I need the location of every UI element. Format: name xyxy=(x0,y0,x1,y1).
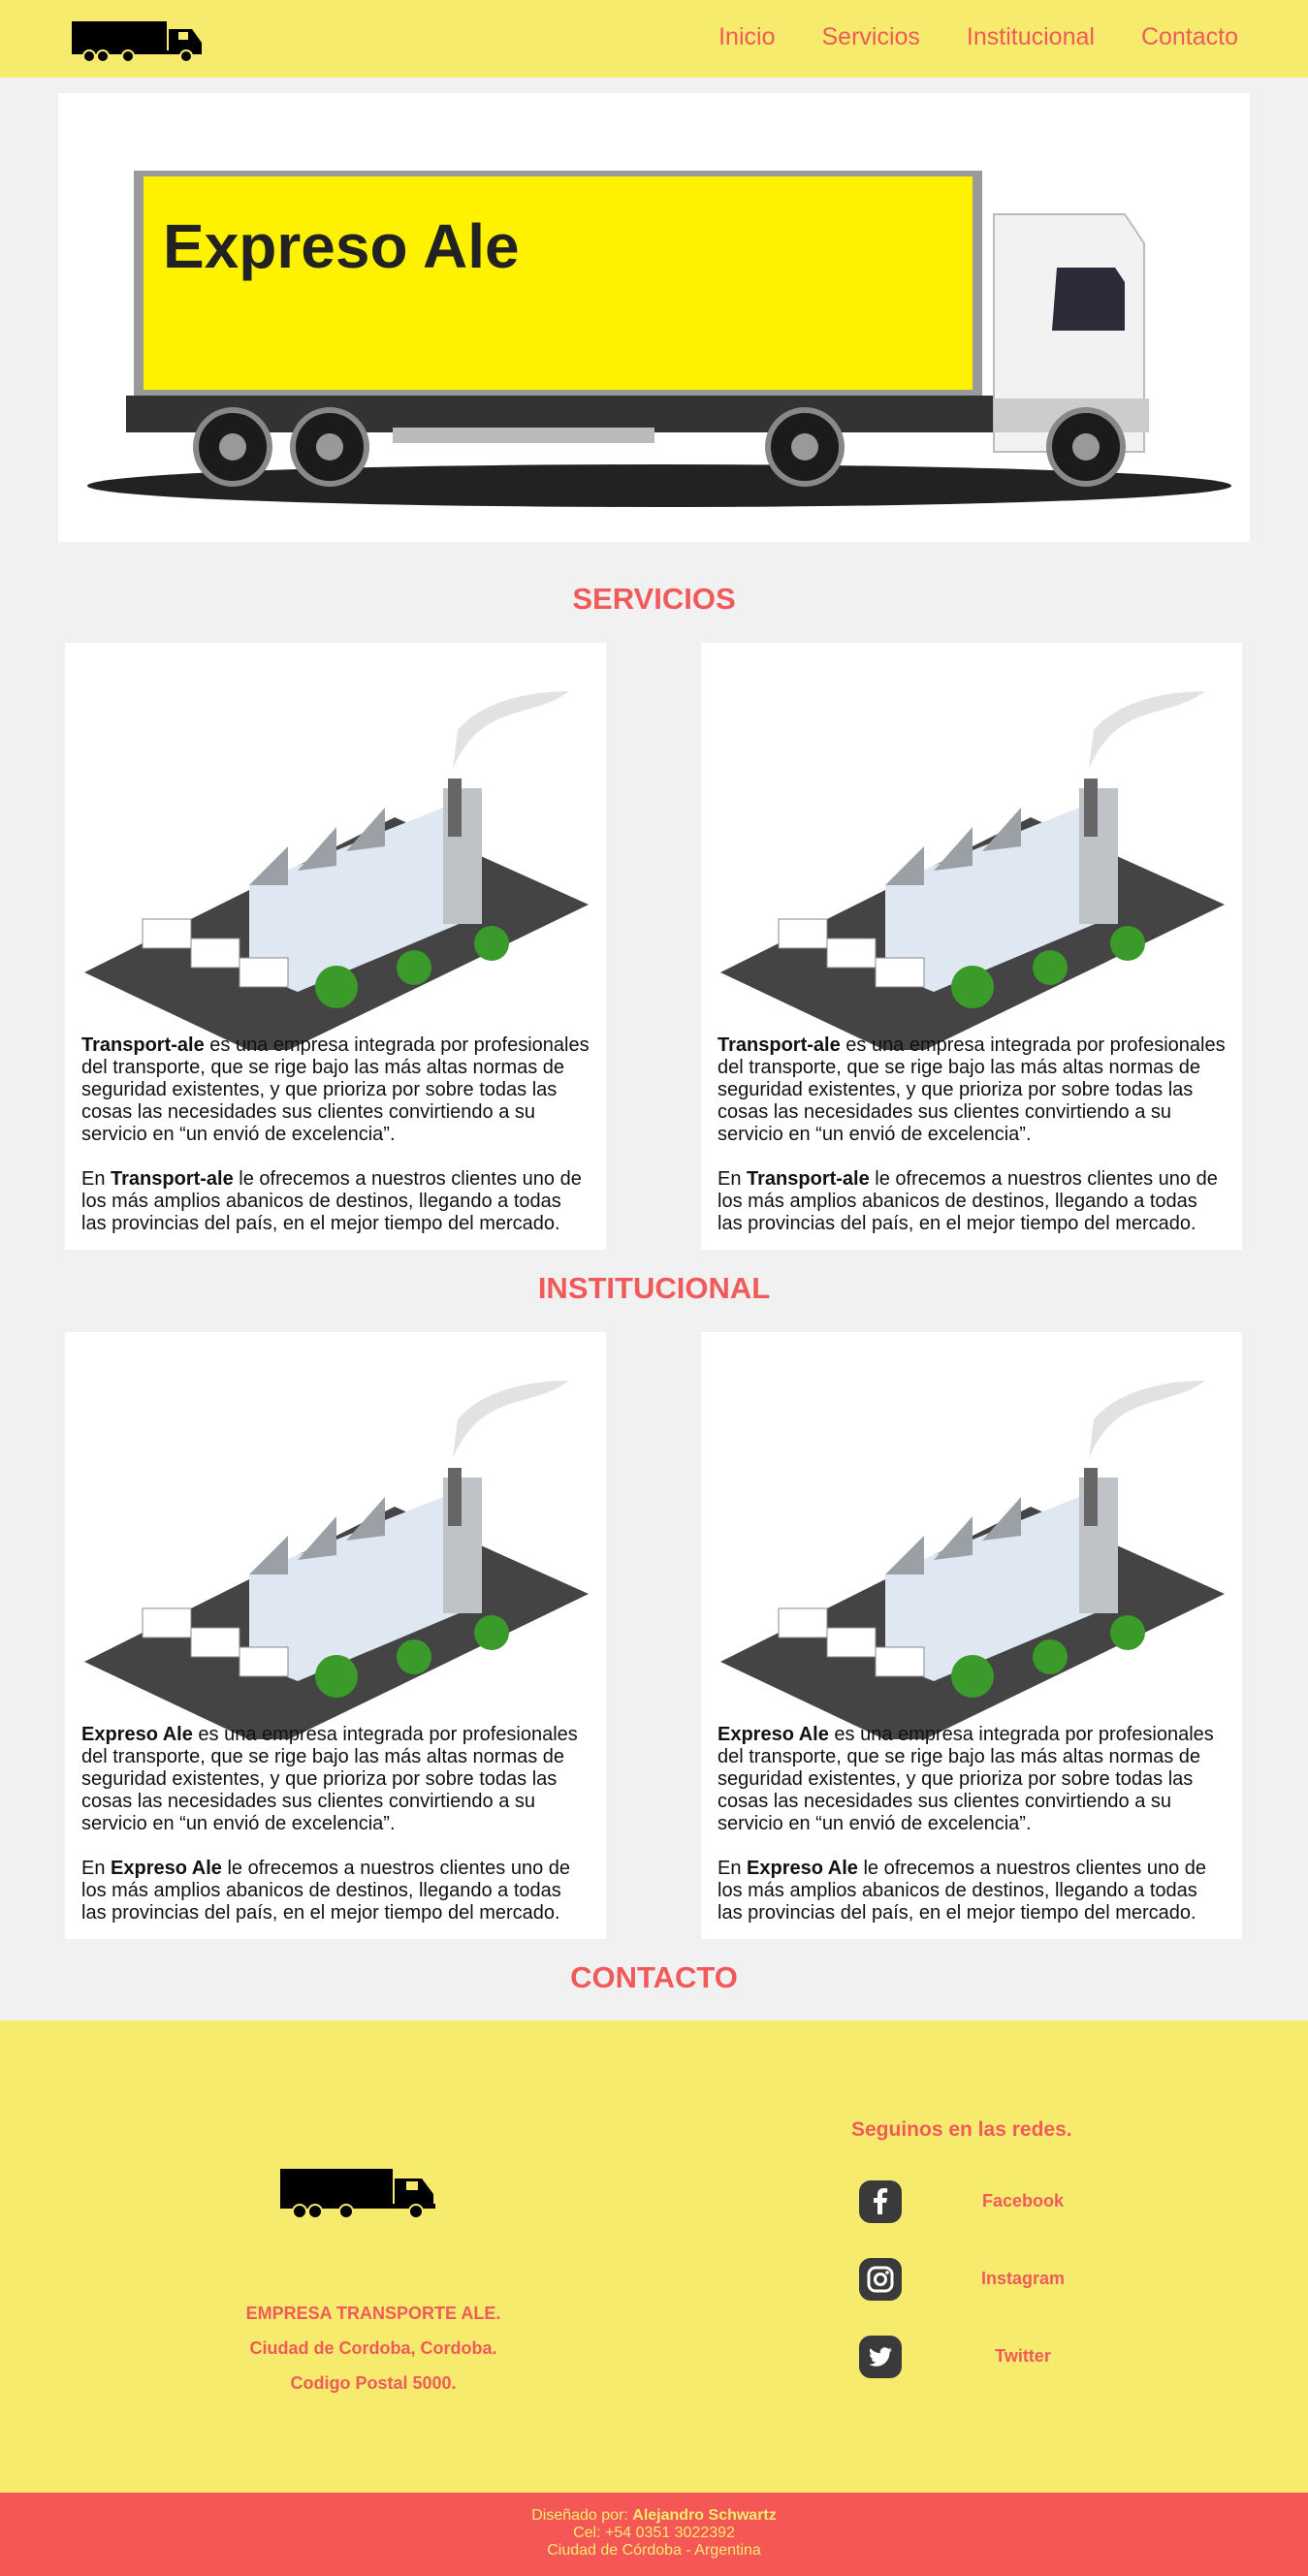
nav-inicio[interactable]: Inicio xyxy=(718,23,775,51)
paragraph-prefix: En xyxy=(81,1168,112,1190)
factory-illustration xyxy=(84,1381,589,1739)
twitter-icon[interactable] xyxy=(858,2335,903,2379)
company-name: Transport-ale xyxy=(718,1034,841,1056)
facebook-link[interactable]: Facebook xyxy=(926,2191,1120,2211)
institucional-card: Expreso Ale es una empresa integrada por… xyxy=(701,1332,1242,1939)
factory-illustration xyxy=(720,1381,1225,1739)
twitter-link[interactable]: Twitter xyxy=(926,2346,1120,2367)
paragraph-prefix: En xyxy=(81,1858,112,1879)
servicios-card: Transport-ale es una empresa integrada p… xyxy=(701,643,1242,1250)
designer-prefix: Diseñado por: xyxy=(531,2507,633,2524)
card-paragraph-1: Expreso Ale es una empresa integrada por… xyxy=(81,1724,590,1835)
company-name: Expreso Ale xyxy=(81,1724,193,1745)
card-paragraph-1: Transport-ale es una empresa integrada p… xyxy=(718,1034,1227,1146)
address-city: Ciudad de Cordoba, Cordoba. xyxy=(249,2338,497,2358)
card-paragraph-2: En Expreso Ale le ofrecemos a nuestros c… xyxy=(81,1858,590,1924)
institucional-card: Expreso Ale es una empresa integrada por… xyxy=(65,1332,606,1939)
institucional-title: INSTITUCIONAL xyxy=(537,1271,771,1305)
nav-contacto[interactable]: Contacto xyxy=(1141,23,1238,51)
social-title: Seguinos en las redes. xyxy=(851,2118,1072,2141)
company-name: Expreso Ale xyxy=(747,1858,858,1879)
facebook-icon[interactable] xyxy=(858,2179,903,2224)
main-nav: Inicio Servicios Institucional Contacto xyxy=(718,23,1238,51)
company-name: Transport-ale xyxy=(111,1168,234,1190)
footer-bar: Diseñado por: Alejandro Schwartz Cel: +5… xyxy=(0,2493,1308,2576)
social-twitter[interactable]: Twitter xyxy=(858,2335,1149,2379)
nav-institucional[interactable]: Institucional xyxy=(967,23,1095,51)
paragraph-prefix: En xyxy=(718,1168,748,1190)
designer-credit: Diseñado por: Alejandro Schwartz xyxy=(0,2507,1308,2525)
address-company: EMPRESA TRANSPORTE ALE. xyxy=(245,2304,501,2323)
footer-phone: Cel: +54 0351 3022392 xyxy=(573,2525,735,2541)
site-header: Inicio Servicios Institucional Contacto xyxy=(0,0,1308,78)
designer-name: Alejandro Schwartz xyxy=(632,2507,777,2524)
servicios-title: SERVICIOS xyxy=(572,582,736,616)
card-paragraph-1: Expreso Ale es una empresa integrada por… xyxy=(718,1724,1227,1835)
company-name: Expreso Ale xyxy=(718,1724,829,1745)
servicios-card: Transport-ale es una empresa integrada p… xyxy=(65,643,606,1250)
truck-illustration: Expreso Ale xyxy=(87,171,1231,507)
nav-servicios[interactable]: Servicios xyxy=(821,23,919,51)
card-paragraph-1: Transport-ale es una empresa integrada p… xyxy=(81,1034,590,1146)
social-facebook[interactable]: Facebook xyxy=(858,2179,1149,2224)
card-paragraph-2: En Expreso Ale le ofrecemos a nuestros c… xyxy=(718,1858,1227,1924)
instagram-icon[interactable] xyxy=(858,2257,903,2302)
instagram-link[interactable]: Instagram xyxy=(926,2269,1120,2289)
truck-logo[interactable] xyxy=(72,17,213,64)
hero-banner: Expreso Ale xyxy=(58,93,1250,542)
contact-section: EMPRESA TRANSPORTE ALE. Ciudad de Cordob… xyxy=(0,2020,1308,2493)
card-paragraph-2: En Transport-ale le ofrecemos a nuestros… xyxy=(81,1168,590,1235)
truck-logo xyxy=(280,2169,435,2219)
company-name: Transport-ale xyxy=(81,1034,205,1056)
factory-illustration xyxy=(84,691,589,1050)
sign-text: Expreso Ale xyxy=(163,211,520,281)
contacto-title: CONTACTO xyxy=(570,1960,738,1994)
social-instagram[interactable]: Instagram xyxy=(858,2257,1149,2302)
address-postal-code: Codigo Postal 5000. xyxy=(290,2373,457,2393)
paragraph-prefix: En xyxy=(718,1858,748,1879)
card-paragraph-2: En Transport-ale le ofrecemos a nuestros… xyxy=(718,1168,1227,1235)
company-name: Transport-ale xyxy=(747,1168,870,1190)
factory-illustration xyxy=(720,691,1225,1050)
company-name: Expreso Ale xyxy=(111,1858,222,1879)
footer-city: Ciudad de Córdoba - Argentina xyxy=(547,2542,761,2559)
